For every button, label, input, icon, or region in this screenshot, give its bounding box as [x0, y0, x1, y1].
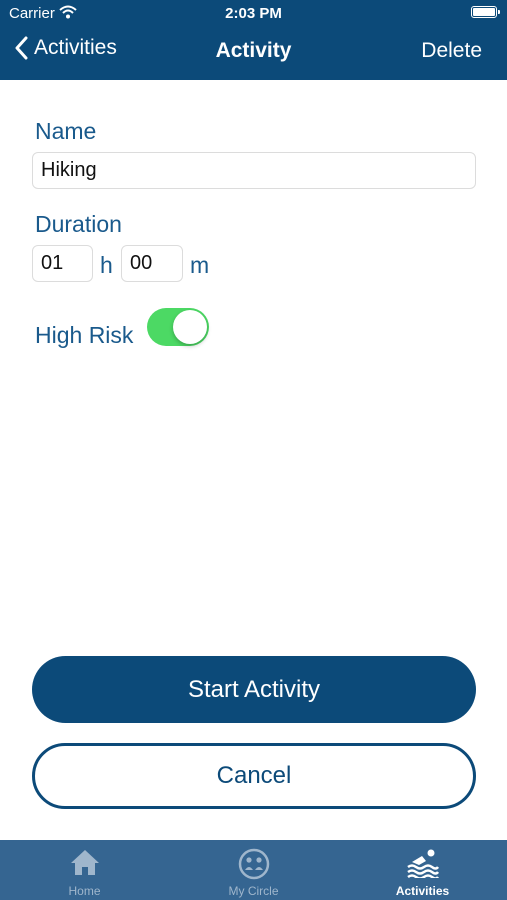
minutes-unit: m	[190, 252, 210, 278]
toggle-knob	[173, 310, 207, 344]
clock: 2:03 PM	[225, 5, 282, 22]
circle-face-icon	[169, 848, 338, 880]
name-input[interactable]	[32, 152, 476, 189]
high-risk-toggle[interactable]	[147, 308, 209, 346]
home-icon	[0, 848, 169, 876]
high-risk-label: High Risk	[35, 322, 134, 348]
cancel-button[interactable]: Cancel	[32, 743, 476, 809]
tab-activities[interactable]: Activities	[338, 840, 507, 900]
header: Carrier 2:03 PM Activities Activity Dele…	[0, 0, 507, 80]
battery-icon	[471, 6, 500, 18]
tab-activities-label: Activities	[395, 884, 450, 898]
name-label: Name	[35, 118, 97, 144]
swimmer-icon	[338, 848, 507, 878]
tab-bar: Home My Circle Activities	[0, 840, 507, 900]
tab-home[interactable]: Home	[0, 840, 169, 900]
minutes-input[interactable]	[121, 245, 183, 282]
status-bar: Carrier 2:03 PM	[0, 0, 507, 28]
delete-button[interactable]: Delete	[421, 39, 482, 63]
hours-unit: h	[100, 252, 113, 278]
duration-label: Duration	[35, 211, 122, 237]
start-activity-button[interactable]: Start Activity	[32, 656, 476, 723]
hours-input[interactable]	[32, 245, 93, 282]
tab-home-label: Home	[68, 884, 101, 898]
tab-my-circle-label: My Circle	[228, 884, 279, 898]
tab-my-circle[interactable]: My Circle	[169, 840, 338, 900]
